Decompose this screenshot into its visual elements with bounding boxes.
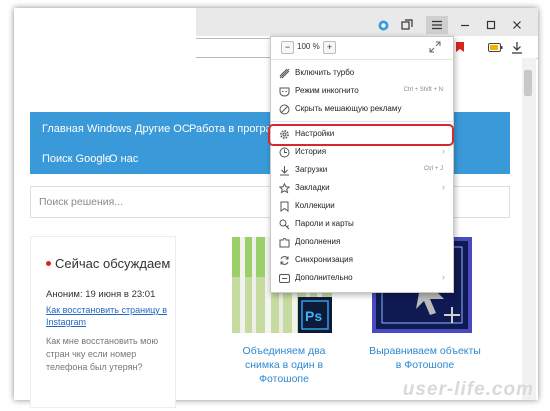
- sync-icon: [278, 254, 290, 266]
- address-field[interactable]: [196, 38, 273, 58]
- menu-item-label: Закладки: [295, 183, 330, 192]
- zoom-row: − 100 % +: [271, 37, 453, 59]
- menu-item-bookmarks[interactable]: Закладки ›: [271, 179, 453, 197]
- collections-icon: [278, 200, 290, 212]
- nav-link-other-os[interactable]: Другие ОС: [135, 123, 190, 135]
- zoom-value: 100 %: [297, 42, 320, 51]
- bookmark-icon[interactable]: [454, 40, 466, 54]
- menu-item-label: Загрузки: [295, 165, 328, 174]
- menu-item-label: Синхронизация: [295, 255, 353, 264]
- tabs-icon[interactable]: [400, 18, 414, 32]
- chevron-right-icon: ›: [442, 182, 445, 192]
- search-placeholder: Поиск решения...: [39, 196, 124, 208]
- menu-item-collections[interactable]: Коллекции: [271, 197, 453, 215]
- menu-button[interactable]: [426, 16, 448, 34]
- star-icon: [278, 182, 290, 194]
- close-button[interactable]: [506, 16, 528, 34]
- menu-item-extensions[interactable]: Дополнения: [271, 233, 453, 251]
- menu-item-more[interactable]: Дополнительно ›: [271, 269, 453, 287]
- comment-meta: Аноним: 19 июня в 23:01: [46, 289, 156, 300]
- puzzle-icon: [278, 236, 290, 248]
- zoom-in-button[interactable]: +: [323, 41, 336, 54]
- more-icon: [278, 272, 290, 284]
- post-link[interactable]: Как восстановить страницу в Instagram: [46, 304, 176, 328]
- hamburger-icon: [432, 20, 442, 30]
- key-icon: [278, 218, 290, 230]
- scrollbar-thumb[interactable]: [524, 70, 532, 96]
- menu-item-label: Включить турбо: [295, 68, 355, 77]
- maximize-button[interactable]: [480, 16, 502, 34]
- menu-item-label: Пароли и карты: [295, 219, 354, 228]
- menu-item-downloads[interactable]: Загрузки Ctrl + J: [271, 161, 453, 179]
- nav-link-windows[interactable]: Windows: [87, 123, 132, 135]
- history-icon: [278, 146, 290, 158]
- settings-highlight: [268, 124, 454, 146]
- menu-separator: [271, 121, 453, 122]
- menu-item-label: Дополнительно: [295, 273, 353, 282]
- menu-item-label: Коллекции: [295, 201, 335, 210]
- nav-link-about[interactable]: О нас: [109, 153, 138, 165]
- comment-text: Как мне восстановить мою стран чку если …: [46, 336, 159, 372]
- menu-item-sync[interactable]: Синхронизация: [271, 251, 453, 269]
- chevron-right-icon: ›: [442, 146, 445, 156]
- menu-item-shortcut: Ctrl + Shift + N: [403, 87, 443, 93]
- scrollbar[interactable]: [522, 58, 536, 400]
- widget-title: Сейчас обсуждаем: [46, 256, 170, 271]
- photoshop-badge: Ps: [305, 308, 323, 324]
- menu-item-label: Режим инкогнито: [295, 86, 359, 95]
- menu-item-shortcut: Ctrl + J: [423, 166, 443, 172]
- notification-icon[interactable]: [376, 18, 390, 32]
- menu-item-incognito[interactable]: Режим инкогнито Ctrl + Shift + N: [271, 82, 453, 100]
- turbo-icon: [278, 67, 290, 79]
- menu-item-label: Дополнения: [295, 237, 341, 246]
- watermark: user-life.com: [402, 379, 534, 400]
- browser-menu: − 100 % + Включить турбо Режим инкогнито…: [270, 36, 454, 293]
- menu-item-label: История: [295, 147, 327, 156]
- minimize-button[interactable]: [454, 16, 476, 34]
- widget-title-text: Сейчас обсуждаем: [55, 256, 171, 271]
- battery-icon[interactable]: [486, 41, 504, 53]
- download-icon: [278, 164, 290, 176]
- chevron-right-icon: ›: [442, 272, 445, 282]
- block-ads-icon: [278, 103, 290, 115]
- menu-separator: [271, 59, 453, 60]
- article-title-merge[interactable]: Объединяем два снимка в один в Фотошопе: [236, 344, 332, 386]
- nav-link-home[interactable]: Главная: [42, 123, 84, 135]
- nav-link-google-search[interactable]: Поиск Google: [42, 153, 111, 165]
- menu-item-label: Скрыть мешающую рекламу: [295, 104, 402, 113]
- zoom-out-button[interactable]: −: [281, 41, 294, 54]
- fullscreen-icon[interactable]: [429, 41, 441, 53]
- article-title-align[interactable]: Выравниваем объекты в Фотошопе: [366, 344, 484, 372]
- downloads-icon[interactable]: [510, 39, 524, 55]
- menu-item-block-ads[interactable]: Скрыть мешающую рекламу: [271, 100, 453, 118]
- menu-item-turbo[interactable]: Включить турбо: [271, 64, 453, 82]
- live-dot-icon: [46, 261, 51, 266]
- menu-item-passwords[interactable]: Пароли и карты: [271, 215, 453, 233]
- incognito-icon: [278, 85, 290, 97]
